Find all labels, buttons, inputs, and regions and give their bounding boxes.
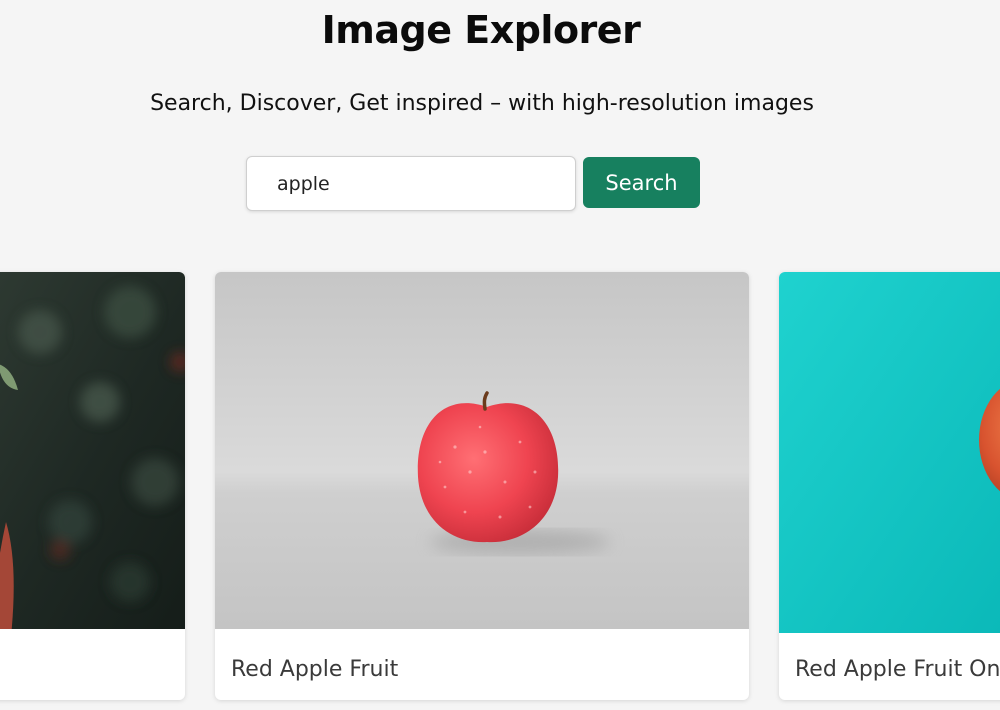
search-input[interactable] [246,156,576,211]
card-image [215,272,749,629]
image-card[interactable]: Red Apple Fruit [215,272,749,700]
page-title: Image Explorer [321,8,641,52]
card-image [0,272,185,629]
card-caption: Red Apple Fruit On [795,657,1000,682]
search-button[interactable]: Search [583,157,700,208]
card-image [779,272,1000,633]
image-card[interactable]: Red Apple Fruit On [779,272,1000,700]
image-card[interactable] [0,272,185,700]
card-caption: Red Apple Fruit [231,657,399,682]
page-subtitle: Search, Discover, Get inspired – with hi… [150,91,814,116]
